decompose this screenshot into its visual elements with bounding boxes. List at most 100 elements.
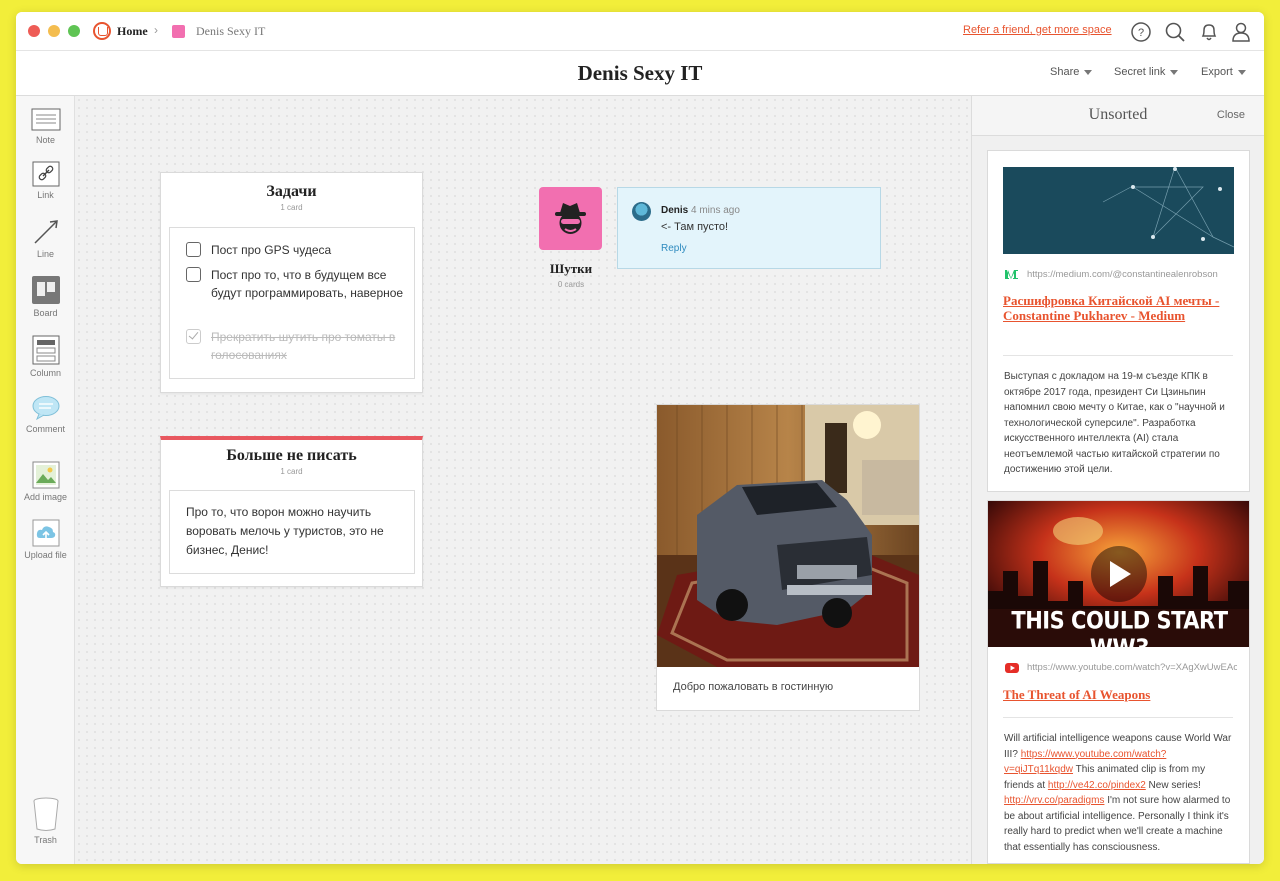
search-icon[interactable] xyxy=(1164,21,1186,43)
tool-link-label: Link xyxy=(37,190,54,200)
tool-add-image[interactable]: Add image xyxy=(16,461,75,502)
comment-card[interactable]: Denis 4 mins ago <- Там пусто! Reply xyxy=(617,187,881,269)
user-icon[interactable] xyxy=(1230,21,1252,43)
link-thumbnail xyxy=(1003,167,1234,254)
todo-text: Пост про то, что в будущем все будут про… xyxy=(211,268,404,300)
app-window: Home › Denis Sexy IT Refer a friend, get… xyxy=(16,12,1264,864)
chevron-down-icon xyxy=(1237,69,1246,75)
nomore-column-count: 1 card xyxy=(280,467,303,476)
comment-time: 4 mins ago xyxy=(691,205,740,216)
share-label: Share xyxy=(1050,66,1080,78)
todo-checkbox[interactable] xyxy=(186,267,201,282)
home-icon xyxy=(93,22,111,40)
video-thumbnail-text: THIS COULD START WW3 xyxy=(1011,606,1228,662)
jokes-board-tile[interactable] xyxy=(539,187,602,250)
desc-link[interactable]: http://ve42.co/pindex2 xyxy=(1048,780,1146,791)
todo-checkbox-checked[interactable] xyxy=(186,329,201,344)
minimize-window-button[interactable] xyxy=(48,25,60,37)
tool-upload-file[interactable]: Upload file xyxy=(16,519,75,560)
tasks-column-title: Задачи xyxy=(266,183,317,200)
link-card-youtube[interactable]: THIS COULD START WW3 https://www.youtube… xyxy=(987,500,1250,864)
chevron-down-icon xyxy=(1084,69,1093,75)
tool-link[interactable]: Link xyxy=(16,161,75,200)
divider xyxy=(1003,355,1233,356)
export-label: Export xyxy=(1201,66,1233,78)
comment-author: Denis xyxy=(661,205,689,216)
home-link[interactable]: Home xyxy=(93,22,148,40)
link-url: https://www.youtube.com/watch?v=XAgXwUwE… xyxy=(1027,662,1237,673)
todo-item: Пост про GPS чудеса xyxy=(186,241,406,259)
trash-label: Trash xyxy=(34,835,57,845)
line-icon xyxy=(33,220,58,244)
panel-close-button[interactable]: Close xyxy=(1217,109,1245,121)
spy-icon xyxy=(555,203,586,234)
link-url: https://medium.com/@constantinealenrobso… xyxy=(1027,269,1218,280)
trash-icon xyxy=(33,797,58,831)
chevron-down-icon xyxy=(1170,69,1179,75)
tool-note[interactable]: Note xyxy=(16,108,75,145)
maximize-window-button[interactable] xyxy=(68,25,80,37)
tasks-column-count: 1 card xyxy=(280,203,303,212)
secret-link-menu[interactable]: Secret link xyxy=(1114,66,1179,78)
window-controls xyxy=(28,25,80,37)
tool-line-label: Line xyxy=(36,249,54,259)
top-bar: Home › Denis Sexy IT Refer a friend, get… xyxy=(16,12,1264,51)
link-description: Выступая с докладом на 19-м съезде КПК в… xyxy=(1004,371,1225,475)
panel-header: Unsorted Close xyxy=(972,96,1264,136)
home-label: Home xyxy=(117,23,148,38)
bell-icon[interactable] xyxy=(1198,21,1220,43)
note-text: Про то, что ворон можно научить воровать… xyxy=(186,505,384,557)
export-menu[interactable]: Export xyxy=(1201,66,1246,78)
divider xyxy=(1003,717,1233,718)
close-window-button[interactable] xyxy=(28,25,40,37)
trash-button[interactable]: Trash xyxy=(16,796,75,845)
todo-item-done: Прекратить шутить про томаты в голосован… xyxy=(186,328,406,364)
link-icon xyxy=(32,161,59,187)
note-card[interactable]: Про то, что ворон можно научить воровать… xyxy=(169,490,415,574)
unsorted-panel: Unsorted Close https://medium.com/@const… xyxy=(971,96,1264,864)
reply-button[interactable]: Reply xyxy=(661,243,687,254)
link-description: Will artificial intelligence weapons cau… xyxy=(1004,731,1234,855)
tool-comment[interactable]: Comment xyxy=(16,395,75,434)
chevron-right-icon: › xyxy=(154,23,158,37)
tool-column-label: Column xyxy=(29,368,61,378)
link-card-medium[interactable]: https://medium.com/@constantinealenrobso… xyxy=(987,150,1250,492)
help-icon[interactable]: ? xyxy=(1130,21,1152,43)
secret-link-label: Secret link xyxy=(1114,66,1166,78)
medium-icon xyxy=(1005,270,1018,279)
share-menu[interactable]: Share xyxy=(1050,66,1093,78)
tool-column[interactable]: Column xyxy=(16,335,75,378)
comment-icon xyxy=(32,396,59,421)
upload-icon xyxy=(32,519,59,547)
avatar xyxy=(632,202,651,221)
car-photo xyxy=(657,405,919,667)
image-icon xyxy=(32,461,59,489)
tool-upload-file-label: Upload file xyxy=(24,550,67,560)
board-canvas[interactable]: Задачи 1 card Пост про GPS чудеса Пост п… xyxy=(75,96,971,864)
refer-friend-link[interactable]: Refer a friend, get more space xyxy=(963,24,1112,36)
tool-add-image-label: Add image xyxy=(23,492,68,502)
desc-link[interactable]: http://vrv.co/paradigms xyxy=(1004,795,1104,806)
image-card[interactable]: Добро пожаловать в гостинную xyxy=(656,404,920,711)
tasks-column[interactable]: Задачи 1 card Пост про GPS чудеса Пост п… xyxy=(160,172,423,393)
breadcrumb-board[interactable]: Denis Sexy IT xyxy=(196,24,265,39)
board-icon xyxy=(31,276,60,304)
desc-text: New series! xyxy=(1145,779,1201,791)
title-bar: Denis Sexy IT Share Secret link Export xyxy=(16,51,1264,96)
tool-line[interactable]: Line xyxy=(16,218,75,259)
tool-board[interactable]: Board xyxy=(16,275,75,318)
nomore-column[interactable]: Больше не писать 1 card Про то, что воро… xyxy=(160,436,423,587)
board-color-icon xyxy=(172,25,185,38)
todo-list-card[interactable]: Пост про GPS чудеса Пост про то, что в б… xyxy=(169,227,415,379)
comment-text: <- Там пусто! xyxy=(661,221,729,233)
link-title[interactable]: Расшифровка Китайской AI мечты - Constan… xyxy=(1003,293,1228,323)
jokes-board-title[interactable]: Шутки xyxy=(531,261,611,277)
tool-comment-label: Comment xyxy=(25,424,65,434)
note-icon xyxy=(31,108,60,131)
link-title[interactable]: The Threat of AI Weapons xyxy=(1003,687,1228,702)
tool-board-label: Board xyxy=(33,308,58,318)
tool-note-label: Note xyxy=(35,135,55,145)
todo-checkbox[interactable] xyxy=(186,242,201,257)
todo-text: Прекратить шутить про томаты в голосован… xyxy=(211,330,396,362)
todo-item: Пост про то, что в будущем все будут про… xyxy=(186,266,406,302)
